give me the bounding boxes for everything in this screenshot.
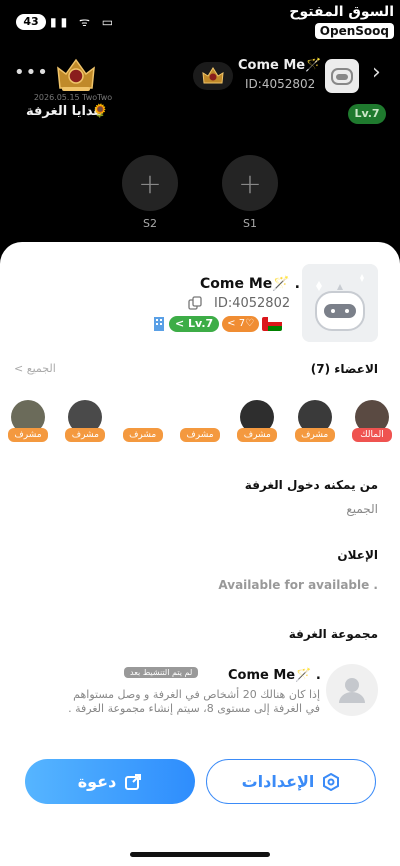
role-tag: مشرف — [237, 428, 278, 442]
room-name-header: Come Me🪄 . — [238, 58, 331, 73]
group-avatar — [326, 664, 378, 716]
role-tag: مشرف — [8, 428, 48, 442]
invite-button[interactable]: دعوة — [25, 759, 195, 804]
entry-title: من يمكنه دخول الغرفة — [244, 478, 378, 492]
status-icons: ▮▮ ᯤ ▭ — [50, 15, 118, 29]
members-see-all[interactable]: < الجميع — [14, 362, 56, 375]
seat-label: S2 — [143, 217, 157, 230]
building-icon — [154, 317, 164, 331]
room-gifts-label[interactable]: هدايا الغرفة — [26, 104, 102, 119]
settings-label: الإعدادات — [241, 772, 315, 791]
watermark-arabic: السوق المفتوح — [289, 4, 394, 20]
level-badge: < Lv.7 — [169, 316, 220, 332]
member-item[interactable]: مشرف — [237, 400, 278, 442]
share-icon — [125, 773, 142, 790]
settings-button[interactable]: الإعدادات — [206, 759, 376, 804]
room-id: ID:4052802 — [214, 296, 291, 311]
member-item[interactable]: مشرف — [294, 400, 335, 442]
announcement-title: الإعلان — [337, 548, 378, 562]
group-name: Come Me🪄 . — [228, 668, 321, 683]
level-badge-header: Lv.7 — [348, 104, 386, 124]
members-title: الاعضاء (7) — [310, 362, 378, 376]
badge-row: < Lv.7 < 7♡ — [152, 316, 283, 332]
status-badge: لم يتم التنشيط بعد — [124, 667, 199, 678]
oman-flag-icon — [262, 317, 283, 331]
heart-badge: < 7♡ — [222, 316, 260, 332]
more-options-icon[interactable]: ••• — [14, 62, 49, 83]
room-avatar[interactable] — [302, 264, 378, 342]
seat-s2[interactable]: + S2 — [122, 155, 178, 230]
chevron-left-icon: < — [14, 362, 24, 375]
mini-crest-icon — [193, 62, 233, 90]
add-seat-icon[interactable]: + — [222, 155, 278, 211]
invite-label: دعوة — [77, 772, 117, 791]
member-item[interactable]: مشرف — [179, 400, 220, 442]
seat-label: S1 — [243, 217, 257, 230]
announcement-value[interactable]: Available for available . — [218, 578, 378, 592]
gift-sunflower-icon: 🌻 — [92, 104, 109, 119]
home-indicator — [130, 852, 270, 857]
role-tag: مشرف — [294, 428, 335, 442]
room-avatar-small[interactable] — [325, 59, 359, 93]
member-item[interactable]: مشرف — [65, 400, 106, 442]
see-all-label: الجميع — [26, 362, 56, 375]
chevron-right-icon[interactable]: › — [372, 60, 381, 85]
role-tag: مشرف — [65, 428, 106, 442]
role-tag: مشرف — [122, 428, 163, 442]
member-item[interactable]: المالك — [351, 400, 392, 442]
room-id-header: ID:4052802 — [245, 77, 316, 91]
gear-icon — [323, 772, 340, 791]
room-crest-icon — [57, 58, 95, 91]
watermark: السوق المفتوح OpenSooq — [289, 4, 394, 39]
role-tag: مشرف — [179, 428, 220, 442]
battery-indicator: 43 — [16, 14, 46, 30]
members-list: مشرف مشرف مشرف مشرف مشرف مشرف المالك — [8, 400, 392, 442]
add-seat-icon[interactable]: + — [122, 155, 178, 211]
crest-date: 2026.05.15 TwoTwo — [33, 93, 113, 102]
group-title: مجموعة الغرفة — [288, 627, 378, 641]
group-description: إذا كان هنالك 20 أشخاص في الغرفة و وصل م… — [68, 688, 320, 715]
watermark-english: OpenSooq — [314, 23, 394, 39]
seat-s1[interactable]: + S1 — [222, 155, 278, 230]
copy-icon[interactable] — [188, 296, 202, 310]
member-item[interactable]: مشرف — [8, 400, 48, 442]
role-tag-owner: المالك — [351, 428, 392, 442]
member-item[interactable]: مشرف — [122, 400, 163, 442]
room-name: Come Me🪄 . — [200, 276, 300, 292]
entry-value[interactable]: الجميع — [346, 502, 378, 516]
